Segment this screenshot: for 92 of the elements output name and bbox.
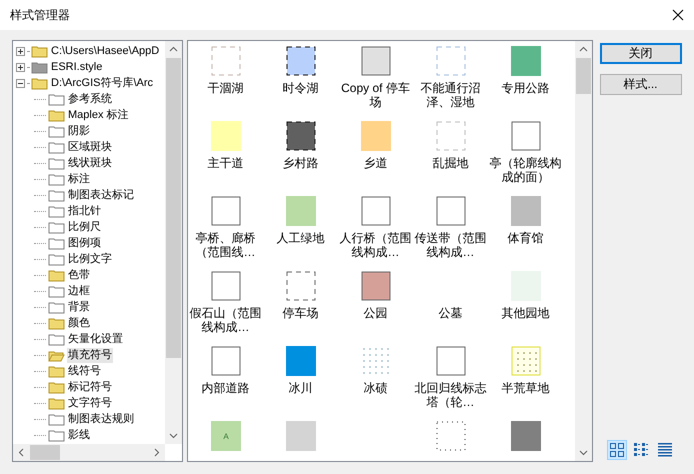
symbol-label: 公墓 <box>438 306 464 320</box>
symbol-label: 内部道路 <box>200 381 250 395</box>
symbol-label: 冰川 <box>288 381 314 395</box>
tree-item[interactable]: 线符号 <box>67 364 102 378</box>
tree-item[interactable]: 线状斑块 <box>67 156 113 170</box>
expand-icon[interactable] <box>16 46 25 56</box>
dialog-button[interactable]: 样式... <box>600 74 682 95</box>
symbol-label: 乡道 <box>362 156 388 170</box>
symbol-label: 人工绿地 <box>276 231 326 245</box>
list-view-icon <box>656 442 672 458</box>
expand-icon[interactable] <box>16 62 25 72</box>
view-mode-button[interactable] <box>606 440 626 460</box>
symbol-label: 亭（轮廓线构成的面） <box>488 156 562 184</box>
tree-item[interactable]: 区域斑块 <box>67 140 113 154</box>
tree-item[interactable]: 阴影 <box>67 124 91 138</box>
fill-symbol-swatch[interactable] <box>436 421 466 451</box>
fill-symbol-swatch[interactable] <box>210 196 240 226</box>
symbol-label: 传送带（范围线构成… <box>414 231 488 259</box>
symbol-label: 乱掘地 <box>432 156 470 170</box>
fill-symbol-swatch[interactable] <box>210 346 240 376</box>
fill-symbol-swatch[interactable] <box>210 46 240 76</box>
fill-symbol-swatch[interactable] <box>510 196 540 226</box>
symbol-label: 时令湖 <box>282 81 320 95</box>
fill-symbol-swatch[interactable] <box>510 421 540 451</box>
symbol-label: 半荒草地 <box>500 381 550 395</box>
tree-item[interactable]: D:\ArcGIS符号库\Arc <box>50 76 154 90</box>
fill-symbol-swatch[interactable] <box>286 271 316 301</box>
fill-symbol-swatch[interactable] <box>360 196 390 226</box>
fill-symbol-swatch[interactable] <box>210 121 240 151</box>
fill-symbol-swatch[interactable] <box>360 346 390 376</box>
fill-symbol-swatch[interactable] <box>286 421 316 451</box>
symbol-label: 主干道 <box>206 156 244 170</box>
fill-symbol-swatch[interactable] <box>510 121 540 151</box>
small-icons-view-icon <box>632 442 648 458</box>
symbol-label: 乡村路 <box>282 156 320 170</box>
fill-symbol-swatch[interactable] <box>210 271 240 301</box>
tree-item[interactable]: 边框 <box>67 284 91 298</box>
symbol-label: 体育馆 <box>506 231 544 245</box>
tree-item[interactable]: 比例文字 <box>67 252 113 266</box>
symbol-label: 亭桥、廊桥（范围线… <box>194 231 256 259</box>
scroll-thumb[interactable] <box>166 58 181 358</box>
tree-item[interactable]: 制图表达标记 <box>67 188 135 202</box>
fill-symbol-swatch[interactable] <box>286 46 316 76</box>
symbol-label: 北回归线标志塔（轮… <box>414 381 488 409</box>
symbol-label: Copy of 停车场 <box>340 81 411 109</box>
scroll-thumb[interactable] <box>576 58 591 94</box>
tree-item[interactable]: 参考系统 <box>67 92 113 106</box>
window-title: 样式管理器 <box>10 6 70 24</box>
tree-item[interactable]: ESRI.style <box>50 60 104 74</box>
collapse-icon[interactable] <box>16 78 25 88</box>
large-icons-view-icon <box>608 442 624 458</box>
scroll-thumb[interactable] <box>30 445 60 460</box>
tree-item[interactable]: 指北针 <box>67 204 102 218</box>
fill-symbol-swatch[interactable] <box>360 46 390 76</box>
close-icon[interactable] <box>672 9 684 21</box>
symbol-label: 停车场 <box>282 306 320 320</box>
fill-symbol-swatch[interactable] <box>286 121 316 151</box>
tree-item[interactable]: Maplex 标注 <box>67 108 130 122</box>
symbol-label: 假石山（范围线构成… <box>188 306 262 334</box>
tree-item[interactable]: 标注 <box>67 172 91 186</box>
vertical-scrollbar[interactable] <box>575 41 592 461</box>
fill-symbol-swatch[interactable] <box>360 121 390 151</box>
tree-item[interactable]: 颜色 <box>67 316 91 330</box>
fill-symbol-swatch[interactable] <box>286 196 316 226</box>
fill-symbol-swatch[interactable] <box>510 46 540 76</box>
fill-symbol-swatch[interactable]: A <box>210 421 240 451</box>
fill-symbol-swatch[interactable] <box>436 346 466 376</box>
symbol-label: 专用公路 <box>500 81 550 95</box>
fill-symbol-swatch[interactable] <box>436 196 466 226</box>
tree-item[interactable]: 制图表达规则 <box>67 412 135 426</box>
tree-item[interactable]: 背景 <box>67 300 91 314</box>
tree-item[interactable]: 标记符号 <box>67 380 113 394</box>
symbol-label: 不能通行沼泽、湿地 <box>420 81 482 109</box>
symbol-label: 冰碛 <box>362 381 388 395</box>
symbol-label: 公园 <box>362 306 388 320</box>
symbol-label: 其他园地 <box>500 306 550 320</box>
tree-item[interactable]: 色带 <box>67 268 91 282</box>
tree-item[interactable]: 矢量化设置 <box>67 332 124 346</box>
symbol-label: 干涸湖 <box>206 81 244 95</box>
tree-item[interactable]: 比例尺 <box>67 220 102 234</box>
fill-symbol-swatch[interactable] <box>436 46 466 76</box>
tree-item[interactable]: 文字符号 <box>67 396 113 410</box>
tree-item[interactable]: 图例项 <box>67 236 102 250</box>
tree-item[interactable]: C:\Users\Hasee\AppD <box>50 44 160 58</box>
symbol-label: 人行桥（范围线构成… <box>338 231 412 259</box>
fill-symbol-swatch[interactable] <box>286 346 316 376</box>
fill-symbol-swatch[interactable] <box>360 271 390 301</box>
dialog-button[interactable]: 关闭 <box>600 43 682 64</box>
vertical-scrollbar[interactable] <box>165 41 182 444</box>
tree-item[interactable]: 影线 <box>67 428 91 442</box>
horizontal-scrollbar[interactable] <box>13 444 165 461</box>
tree-item[interactable]: 填充符号 <box>67 348 113 362</box>
